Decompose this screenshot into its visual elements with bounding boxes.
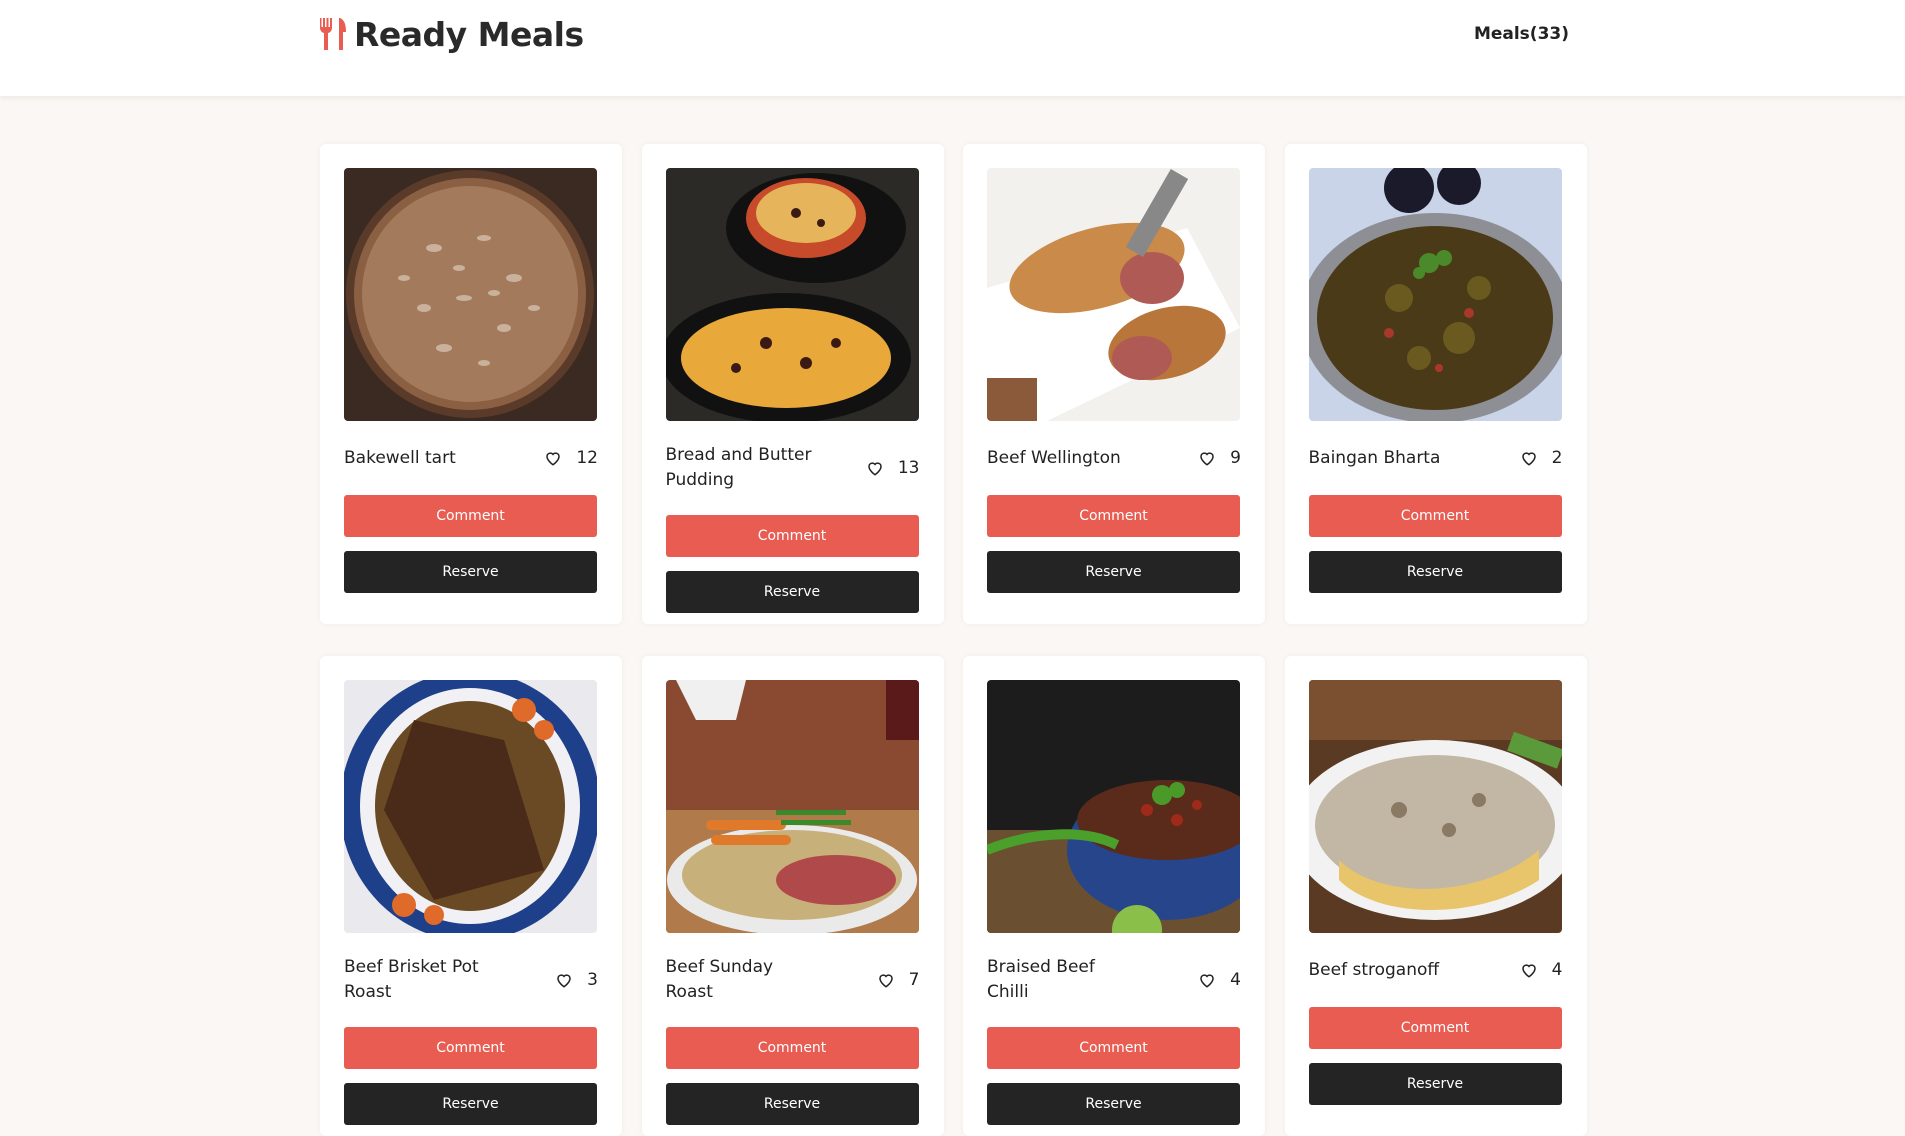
meal-name: Bakewell tart	[344, 447, 456, 468]
meal-card: Beef Brisket Pot Roast 3 Comment Reserve	[320, 656, 622, 1136]
header: Ready Meals Meals(33)	[0, 0, 1905, 96]
meal-name: Braised Beef Chilli	[987, 957, 1095, 1002]
meal-card: Bakewell tart 12 Comment Reserve	[320, 144, 622, 624]
likes: 3	[555, 970, 598, 990]
reserve-button[interactable]: Reserve	[987, 1083, 1240, 1125]
meal-image	[344, 680, 597, 933]
meal-image	[1308, 680, 1562, 933]
likes: 4	[1520, 960, 1563, 980]
meal-meta: Beef Wellington 9	[987, 443, 1241, 473]
likes-count: 7	[908, 970, 920, 990]
comment-button[interactable]: Comment	[987, 1027, 1240, 1069]
likes: 7	[877, 970, 920, 990]
meal-card: Beef Wellington 9 Comment Reserve	[963, 144, 1265, 624]
heart-icon[interactable]	[1198, 449, 1216, 467]
meal-image	[1308, 168, 1562, 421]
comment-button[interactable]: Comment	[987, 495, 1240, 537]
meal-meta: Braised Beef Chilli 4	[987, 955, 1241, 1005]
comment-button[interactable]: Comment	[665, 1027, 919, 1069]
likes: 13	[866, 458, 920, 478]
logo[interactable]: Ready Meals	[318, 14, 584, 54]
likes-count: 9	[1230, 448, 1241, 468]
meal-image	[987, 168, 1240, 421]
meal-image	[987, 680, 1240, 933]
meal-image	[665, 680, 919, 933]
heart-icon[interactable]	[544, 449, 562, 467]
meal-card: Beef Sunday Roast 7 Comment Reserve	[641, 656, 944, 1136]
meal-name: Beef stroganoff	[1308, 959, 1440, 980]
meal-image	[665, 168, 919, 421]
comment-button[interactable]: Comment	[1308, 1007, 1562, 1049]
meal-name: Beef Wellington	[987, 447, 1121, 468]
reserve-button[interactable]: Reserve	[344, 1083, 597, 1125]
meal-card: Baingan Bharta 2 Comment Reserve	[1284, 144, 1587, 624]
likes-count: 4	[1551, 960, 1563, 980]
meals-grid: Bakewell tart 12 Comment Reserve Bread a…	[320, 144, 1587, 1136]
likes-count: 2	[1551, 448, 1563, 468]
brand-title: Ready Meals	[354, 14, 584, 54]
likes: 9	[1198, 448, 1241, 468]
meal-meta: Baingan Bharta 2	[1309, 443, 1563, 473]
heart-icon[interactable]	[1520, 961, 1538, 979]
reserve-button[interactable]: Reserve	[665, 1083, 919, 1125]
likes: 2	[1520, 448, 1563, 468]
meal-card: Bread and Butter Pudding 13 Comment Rese…	[641, 144, 944, 624]
reserve-button[interactable]: Reserve	[987, 551, 1240, 593]
fork-knife-icon	[319, 18, 346, 50]
meal-name: Beef Brisket Pot Roast	[344, 957, 479, 1002]
likes-count: 4	[1230, 970, 1241, 990]
meals-count-link[interactable]: Meals(33)	[1474, 24, 1569, 44]
meal-meta: Beef Sunday Roast 7	[666, 955, 920, 1005]
meal-name: Beef Sunday Roast	[665, 957, 774, 1002]
heart-icon[interactable]	[1198, 971, 1216, 989]
heart-icon[interactable]	[1520, 449, 1538, 467]
likes: 12	[544, 448, 598, 468]
reserve-button[interactable]: Reserve	[665, 571, 919, 613]
meal-card: Beef stroganoff 4 Comment Reserve	[1284, 656, 1587, 1136]
reserve-button[interactable]: Reserve	[1308, 551, 1562, 593]
comment-button[interactable]: Comment	[1308, 495, 1562, 537]
comment-button[interactable]: Comment	[665, 515, 919, 557]
meal-card: Braised Beef Chilli 4 Comment Reserve	[963, 656, 1265, 1136]
likes: 4	[1198, 970, 1241, 990]
reserve-button[interactable]: Reserve	[344, 551, 597, 593]
meal-meta: Bread and Butter Pudding 13	[666, 443, 920, 493]
heart-icon[interactable]	[866, 459, 884, 477]
meal-name: Bread and Butter Pudding	[665, 445, 812, 490]
likes-count: 3	[587, 970, 598, 990]
meal-meta: Beef Brisket Pot Roast 3	[344, 955, 598, 1005]
meal-image	[344, 168, 597, 421]
heart-icon[interactable]	[877, 971, 895, 989]
meal-meta: Bakewell tart 12	[344, 443, 598, 473]
meal-name: Baingan Bharta	[1308, 447, 1441, 468]
meal-meta: Beef stroganoff 4	[1309, 955, 1563, 985]
reserve-button[interactable]: Reserve	[1308, 1063, 1562, 1105]
comment-button[interactable]: Comment	[344, 1027, 597, 1069]
heart-icon[interactable]	[555, 971, 573, 989]
likes-count: 12	[576, 448, 598, 468]
likes-count: 13	[897, 458, 920, 478]
comment-button[interactable]: Comment	[344, 495, 597, 537]
